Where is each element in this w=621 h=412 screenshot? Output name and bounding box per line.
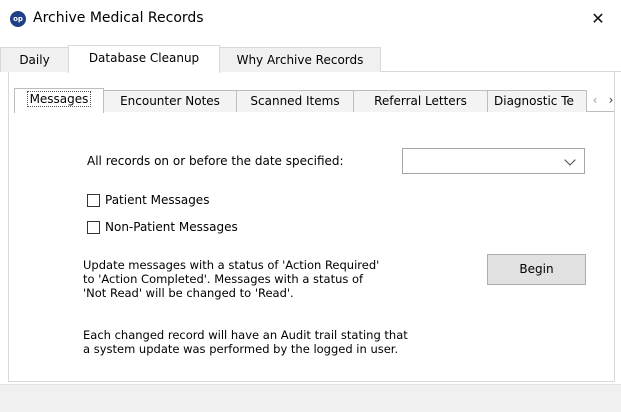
window-title: Archive Medical Records bbox=[33, 10, 204, 26]
chevron-down-icon bbox=[564, 154, 576, 166]
bottom-bar bbox=[0, 384, 621, 412]
close-button[interactable]: ✕ bbox=[575, 0, 621, 38]
tab-scanned-items[interactable]: Scanned Items bbox=[236, 90, 354, 112]
app-logo-text: op bbox=[13, 15, 23, 23]
dropdown-arrow[interactable] bbox=[558, 147, 584, 173]
tab-encounter-notes[interactable]: Encounter Notes bbox=[103, 90, 237, 112]
tab-scroll-right-icon[interactable]: › bbox=[605, 93, 617, 107]
patient-messages-checkbox[interactable] bbox=[87, 194, 100, 207]
tab-scroll-left-icon[interactable]: ‹ bbox=[589, 93, 601, 107]
close-icon: ✕ bbox=[591, 9, 605, 28]
tab-daily[interactable]: Daily bbox=[0, 47, 69, 72]
app-logo-icon: op bbox=[10, 11, 26, 27]
non-patient-messages-label: Non-Patient Messages bbox=[105, 220, 238, 234]
begin-button[interactable]: Begin bbox=[487, 254, 586, 285]
tab-referral-letters[interactable]: Referral Letters bbox=[353, 90, 488, 112]
audit-description-line-1: Each changed record will have an Audit t… bbox=[83, 328, 408, 342]
non-patient-messages-checkbox[interactable] bbox=[87, 221, 100, 234]
outer-tab-strip: Daily Database Cleanup Why Archive Recor… bbox=[0, 45, 621, 73]
patient-messages-label: Patient Messages bbox=[105, 193, 210, 207]
update-description-line-2: to 'Action Completed'. Messages with a s… bbox=[83, 272, 364, 286]
tab-messages-label: Messages bbox=[26, 91, 92, 107]
update-description-line-3: 'Not Read' will be changed to 'Read'. bbox=[83, 286, 294, 300]
tab-why-archive-records[interactable]: Why Archive Records bbox=[219, 47, 381, 72]
inner-tab-strip: Messages Encounter Notes Scanned Items R… bbox=[14, 88, 614, 113]
tab-diagnostic-tests[interactable]: Diagnostic Te bbox=[487, 90, 587, 112]
date-label: All records on or before the date specif… bbox=[87, 154, 344, 168]
title-bar: op Archive Medical Records ✕ bbox=[0, 0, 621, 38]
update-description-line-1: Update messages with a status of 'Action… bbox=[83, 258, 380, 272]
audit-description-line-2: a system update was performed by the log… bbox=[83, 342, 399, 356]
tab-messages[interactable]: Messages bbox=[14, 88, 104, 113]
tab-database-cleanup[interactable]: Database Cleanup bbox=[68, 45, 220, 73]
date-dropdown[interactable] bbox=[402, 148, 585, 174]
